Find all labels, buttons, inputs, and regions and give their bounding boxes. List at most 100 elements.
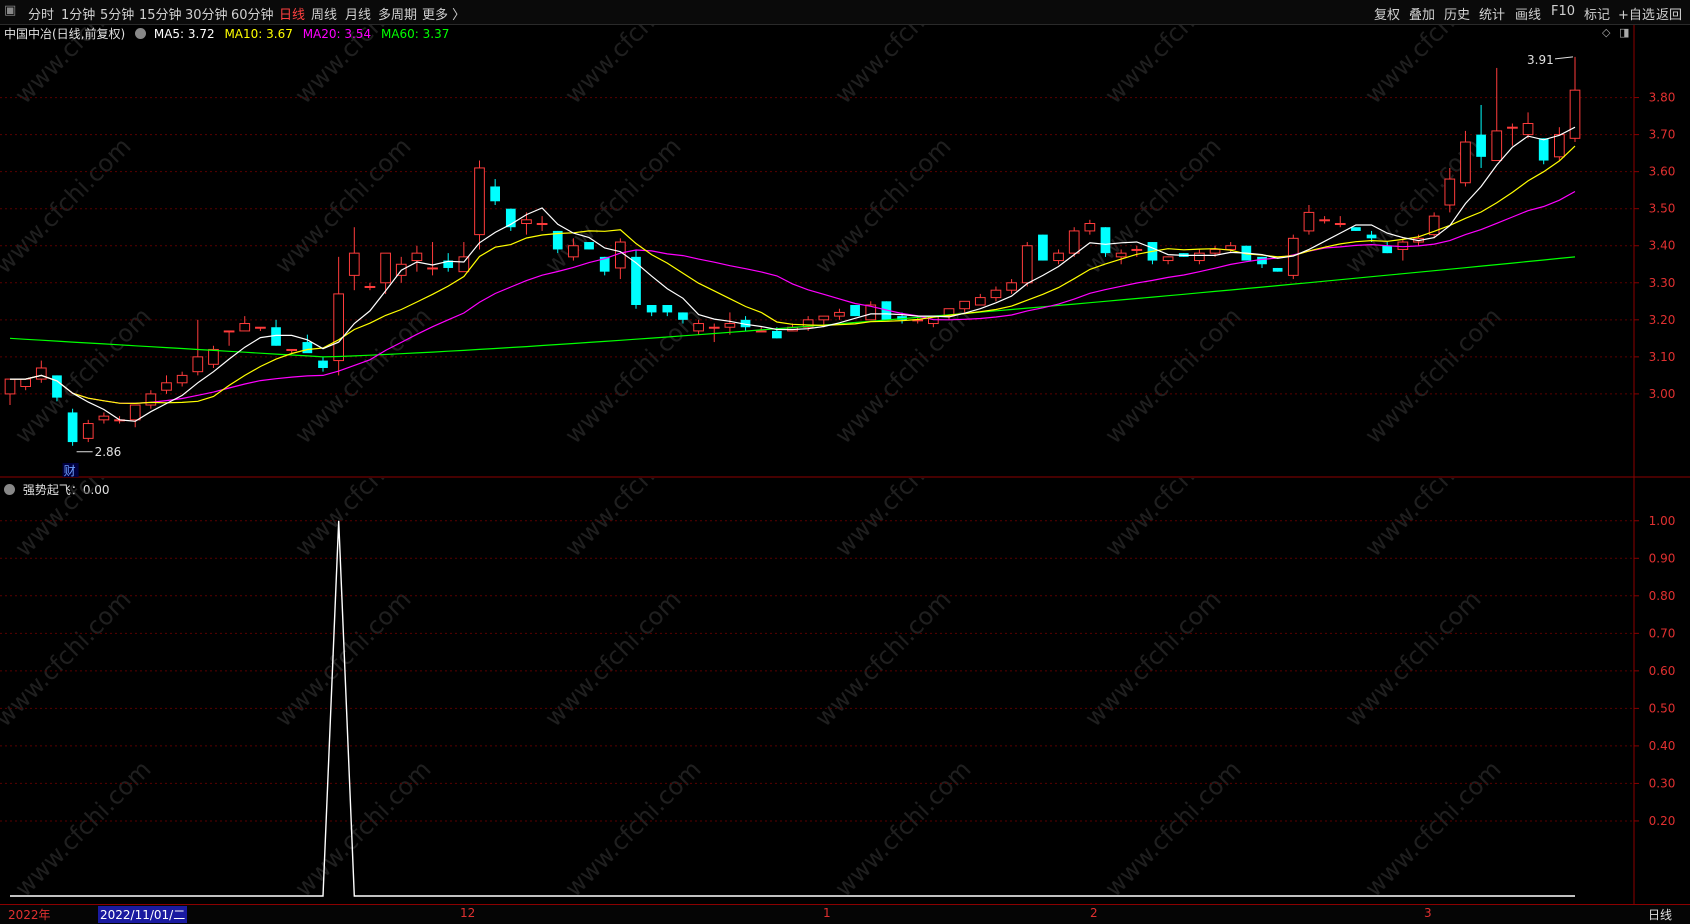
candle-body (302, 342, 313, 354)
watermark-text: www.cfchi.com (1079, 585, 1226, 732)
candle-body (1115, 252, 1127, 258)
candle-body (411, 252, 423, 262)
draw-button[interactable]: 画线 (1515, 4, 1541, 23)
mark-button[interactable]: 标记 (1584, 4, 1610, 23)
candle-body (67, 412, 78, 443)
fin-badge: 财 (64, 464, 76, 478)
watermark-text: www.cfchi.com (829, 25, 976, 109)
price-tick-label: 3.30 (1649, 276, 1676, 290)
candle-body (98, 415, 110, 421)
legend-toggle-icon[interactable] (135, 28, 147, 39)
candle-body (678, 312, 688, 320)
candle-body (568, 245, 579, 258)
candle-body (176, 374, 188, 384)
watermark-text: www.cfchi.com (1099, 25, 1246, 109)
tab-more[interactable]: 更多 〉 (422, 4, 465, 23)
candle-body (693, 323, 704, 332)
candle-body (536, 223, 548, 226)
price-tick-label: 3.70 (1649, 128, 1676, 142)
candle-body (255, 326, 266, 329)
tab-monthly[interactable]: 月线 (345, 4, 371, 23)
window-menu-icon[interactable]: ▣ (4, 3, 16, 18)
watermark-text: www.cfchi.com (1359, 25, 1506, 109)
watermark-text: www.cfchi.com (539, 585, 686, 732)
cursor-date-label: 2022/11/01/二 (98, 906, 188, 923)
price-chart[interactable]: www.cfchi.com www.cfchi.com www.cfchi.com w… (0, 25, 1690, 478)
candle-body (1444, 178, 1456, 206)
candle-body (348, 252, 360, 276)
candle-body (161, 382, 172, 391)
indicator-tick-label: 0.90 (1649, 551, 1676, 565)
tab-daily[interactable]: 日线 (279, 4, 305, 23)
ma5-label: MA5: 3.72 (153, 27, 215, 41)
candle-body (614, 241, 626, 269)
candle-body (239, 323, 251, 332)
candle-body (1334, 223, 1346, 226)
candle-body (646, 305, 657, 313)
watermark-text: www.cfchi.com (559, 25, 706, 109)
candle-body (286, 348, 298, 351)
watermark-text: www.cfchi.com (1359, 755, 1506, 902)
watermark-text: www.cfchi.com (559, 302, 706, 449)
indicator-tick-label: 0.40 (1649, 739, 1676, 753)
stats-button[interactable]: 统计 (1479, 4, 1505, 23)
candle-body (1538, 138, 1549, 161)
candle-body (1303, 211, 1315, 232)
candle-body (1084, 223, 1096, 232)
stock-title: 中国中冶(日线,前复权) (4, 27, 126, 41)
candle-body (1460, 141, 1471, 184)
watermark-text: www.cfchi.com (1359, 478, 1506, 562)
candle-body (1476, 134, 1486, 157)
candle-body (333, 293, 345, 362)
tab-weekly[interactable]: 周线 (311, 4, 337, 23)
overlay-button[interactable]: 叠加 (1409, 4, 1435, 23)
panel-square-icon[interactable]: ◨ (1619, 26, 1629, 39)
candle-body (1194, 252, 1205, 262)
history-button[interactable]: 历史 (1444, 4, 1470, 23)
watermark-text: www.cfchi.com (9, 755, 156, 902)
candle-body (1209, 248, 1221, 254)
watermark-text: www.cfchi.com (1099, 478, 1246, 562)
price-tick-label: 3.50 (1649, 202, 1676, 216)
indicator-chart[interactable]: www.cfchi.com www.cfchi.com www.cfchi.com w… (0, 478, 1690, 904)
tab-multi-period[interactable]: 多周期 (378, 4, 417, 23)
f10-button[interactable]: F10 (1551, 4, 1575, 19)
indicator-tick-label: 0.50 (1649, 701, 1676, 715)
low-price-label: 2.86 (95, 445, 122, 459)
add-watchlist-button[interactable]: +自选 (1618, 4, 1655, 23)
candle-body (318, 360, 328, 368)
tab-15min[interactable]: 15分钟 (139, 4, 182, 23)
watermark-text: www.cfchi.com (559, 478, 706, 562)
indicator-tick-label: 0.20 (1649, 814, 1676, 828)
watermark-text: www.cfchi.com (809, 132, 956, 279)
month-label-dec: 12 (460, 906, 476, 920)
back-button[interactable]: 返回 (1656, 4, 1682, 23)
candle-body (20, 378, 32, 388)
indicator-tick-label: 0.80 (1649, 589, 1676, 603)
ma20-label: MA20: 3.54 (302, 27, 372, 41)
tab-1min[interactable]: 1分钟 (61, 4, 95, 23)
watermark-text: www.cfchi.com (829, 755, 976, 902)
price-tick-label: 3.40 (1649, 239, 1676, 253)
candle-body (755, 330, 767, 333)
price-tick-label: 3.00 (1649, 387, 1676, 401)
watermark-text: www.cfchi.com (809, 585, 956, 732)
tab-60min[interactable]: 60分钟 (231, 4, 274, 23)
diamond-icon[interactable]: ◇ (1602, 26, 1610, 39)
price-tick-label: 3.80 (1649, 91, 1676, 105)
candle-body (380, 252, 391, 284)
price-tick-label: 3.20 (1649, 313, 1676, 327)
adjust-button[interactable]: 复权 (1374, 4, 1400, 23)
candle-body (1491, 130, 1503, 162)
candle-body (771, 330, 782, 339)
candle-body (1272, 267, 1283, 272)
tab-5min[interactable]: 5分钟 (100, 4, 134, 23)
indicator-tick-label: 0.30 (1649, 776, 1676, 790)
watermark-text: www.cfchi.com (559, 755, 706, 902)
tab-30min[interactable]: 30分钟 (185, 4, 228, 23)
candle-body (129, 404, 141, 421)
tab-intraday[interactable]: 分时 (28, 4, 54, 23)
candle-body (1397, 241, 1409, 250)
candle-body (490, 186, 501, 202)
watermark-text: www.cfchi.com (1099, 302, 1246, 449)
